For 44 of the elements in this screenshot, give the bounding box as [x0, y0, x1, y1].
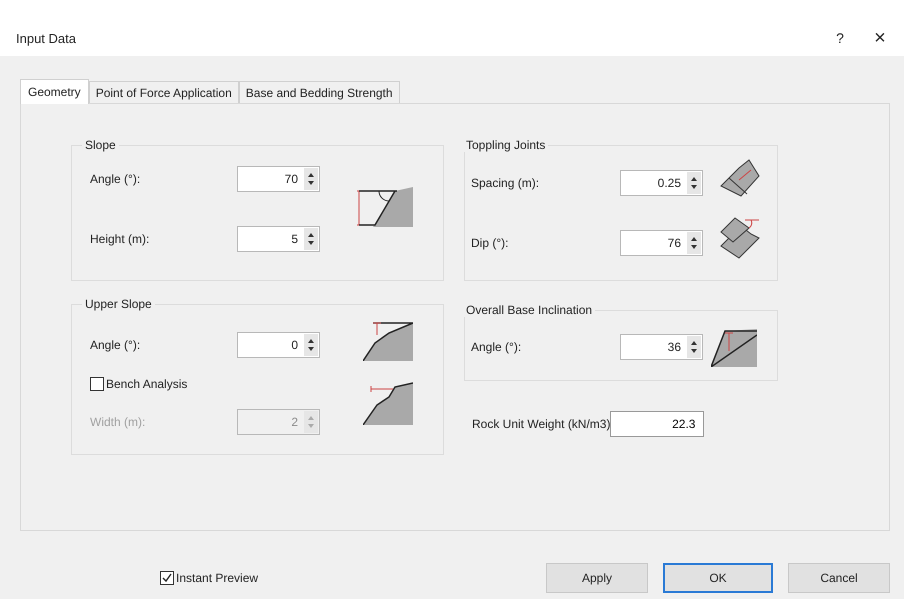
joint-spacing-drawing	[719, 158, 761, 198]
spin-field[interactable]: 70	[237, 166, 320, 192]
rock-unit-weight-field[interactable]: 22.3	[610, 411, 704, 437]
base-inclination-drawing	[711, 327, 757, 367]
window-title: Input Data	[16, 30, 76, 46]
field-label: Rock Unit Weight (kN/m3)	[472, 417, 610, 431]
field-label: Width (m):	[90, 415, 146, 429]
tab[interactable]: Geometry	[20, 79, 89, 104]
group-title: Toppling Joints	[465, 138, 546, 152]
group-title: Slope	[84, 138, 117, 152]
field-label: Height (m):	[90, 232, 150, 246]
checkbox[interactable]	[90, 377, 104, 391]
spinner-arrows-icon[interactable]	[304, 168, 318, 190]
field-label: Dip (°):	[471, 236, 508, 250]
spin-field[interactable]: 0.25	[620, 170, 703, 196]
help-button[interactable]: ?	[824, 26, 856, 50]
checkbox[interactable]	[160, 571, 174, 585]
field-label: Angle (°):	[90, 172, 140, 186]
slope-angle-drawing	[357, 187, 413, 227]
spinner-arrows-icon[interactable]	[304, 334, 318, 356]
dialog-button[interactable]: Apply	[546, 563, 648, 593]
spin-field[interactable]: 36	[620, 334, 703, 360]
spinner-arrows-icon[interactable]	[687, 336, 701, 358]
close-button[interactable]: ×	[864, 26, 896, 50]
group-title: Upper Slope	[84, 297, 153, 311]
checkbox-label[interactable]: Bench Analysis	[106, 377, 188, 391]
dialog-button[interactable]: OK	[663, 563, 773, 593]
field-label: Angle (°):	[90, 338, 140, 352]
bench-drawing	[363, 381, 413, 425]
checkbox-label[interactable]: Instant Preview	[176, 571, 258, 585]
spinner-arrows-icon[interactable]	[687, 172, 701, 194]
spinner-arrows-icon[interactable]	[687, 232, 701, 254]
dialog-button[interactable]: Cancel	[788, 563, 890, 593]
spin-field[interactable]: 0	[237, 332, 320, 358]
field-label: Angle (°):	[471, 340, 522, 354]
group-title: Overall Base Inclination	[465, 303, 594, 317]
spin-field[interactable]: 5	[237, 226, 320, 252]
spinner-arrows-icon[interactable]	[304, 228, 318, 250]
tab[interactable]: Point of Force Application	[88, 81, 239, 103]
upper-slope-drawing	[363, 321, 413, 361]
joint-dip-drawing	[719, 216, 761, 260]
field-label: Spacing (m):	[471, 176, 540, 190]
spin-field[interactable]: 76	[620, 230, 703, 256]
tab[interactable]: Base and Bedding Strength	[238, 81, 400, 103]
